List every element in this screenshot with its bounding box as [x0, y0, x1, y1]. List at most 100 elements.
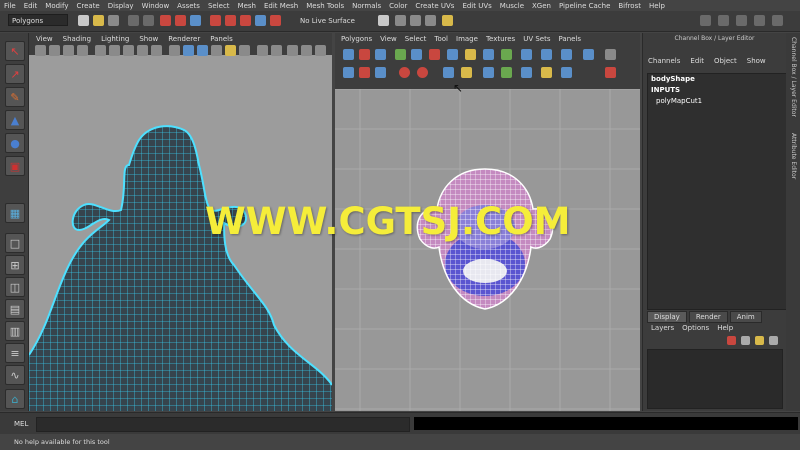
uv-pin-icon[interactable] — [399, 67, 410, 78]
menu-normals[interactable]: Normals — [348, 2, 385, 10]
uv-grid-icon[interactable] — [375, 49, 386, 60]
menu-help[interactable]: Help — [645, 2, 669, 10]
menu-bifrost[interactable]: Bifrost — [614, 2, 645, 10]
select-object-icon[interactable] — [175, 15, 186, 26]
uv-menu-image[interactable]: Image — [452, 35, 482, 43]
select-tool-icon[interactable]: ↖ — [5, 41, 25, 61]
move-layer-up-icon[interactable] — [755, 336, 764, 345]
uv-layout-tool-icon[interactable] — [447, 49, 458, 60]
select-component-icon[interactable] — [190, 15, 201, 26]
menu-file[interactable]: File — [0, 2, 20, 10]
layer-menu-help[interactable]: Help — [713, 324, 737, 332]
tab-display[interactable]: Display — [647, 311, 687, 323]
menu-create[interactable]: Create — [72, 2, 103, 10]
viewport-menu-shading[interactable]: Shading — [58, 35, 96, 43]
select-hierarchy-icon[interactable] — [160, 15, 171, 26]
scale-tool-icon[interactable]: ▣ — [5, 156, 25, 176]
menu-edit-mesh[interactable]: Edit Mesh — [260, 2, 302, 10]
uv-grid-canvas[interactable] — [335, 89, 640, 411]
layer-menu-options[interactable]: Options — [678, 324, 713, 332]
uv-menu-panels[interactable]: Panels — [555, 35, 586, 43]
mode-selector[interactable]: Polygons — [8, 14, 68, 26]
uv-menu-polygons[interactable]: Polygons — [337, 35, 376, 43]
uv-align-icon[interactable] — [483, 49, 494, 60]
live-surface-label[interactable]: No Live Surface — [300, 17, 355, 25]
menu-window[interactable]: Window — [138, 2, 174, 10]
viewport-menu-lighting[interactable]: Lighting — [96, 35, 134, 43]
menu-mesh-tools[interactable]: Mesh Tools — [302, 2, 348, 10]
cb-menu-show[interactable]: Show — [742, 57, 771, 69]
input-node-label[interactable]: polyMapCut1 — [648, 96, 786, 107]
uv-menu-textures[interactable]: Textures — [482, 35, 519, 43]
uv-select-shell-icon[interactable] — [501, 67, 512, 78]
uv-pattern-icon[interactable] — [605, 49, 616, 60]
move-layer-down-icon[interactable] — [769, 336, 778, 345]
new-layer-icon[interactable] — [727, 336, 736, 345]
undo-icon[interactable] — [128, 15, 139, 26]
magnet-icon[interactable] — [270, 15, 281, 26]
render-settings-icon[interactable] — [425, 15, 436, 26]
side-tab-channel-box[interactable]: Channel Box / Layer Editor — [790, 37, 797, 117]
shape-node-label[interactable]: bodyShape — [648, 74, 786, 85]
render-frame-icon[interactable] — [395, 15, 406, 26]
uv-menu-uv-sets[interactable]: UV Sets — [519, 35, 554, 43]
menu-select[interactable]: Select — [204, 2, 234, 10]
uv-sew-icon[interactable] — [411, 49, 422, 60]
last-tool-icon[interactable]: ▦ — [5, 203, 25, 223]
uv-isolate-icon[interactable] — [443, 67, 454, 78]
uv-checker-icon[interactable] — [561, 49, 572, 60]
uv-menu-view[interactable]: View — [376, 35, 401, 43]
uv-dim-image-icon[interactable] — [541, 67, 552, 78]
snap-point-icon[interactable] — [240, 15, 251, 26]
menu-xgen[interactable]: XGen — [528, 2, 555, 10]
viewport-menu-panels[interactable]: Panels — [205, 35, 238, 43]
uv-filter-icon[interactable] — [561, 67, 572, 78]
cb-menu-channels[interactable]: Channels — [643, 57, 685, 69]
new-layer-selected-icon[interactable] — [741, 336, 750, 345]
open-folder-icon[interactable] — [93, 15, 104, 26]
save-icon[interactable] — [108, 15, 119, 26]
menu-edit-uvs[interactable]: Edit UVs — [458, 2, 495, 10]
uv-layout-icon[interactable]: ⌂ — [5, 389, 25, 409]
persp-outliner-icon[interactable]: ▥ — [5, 321, 25, 341]
uv-snap-icon[interactable] — [501, 49, 512, 60]
uv-menu-tool[interactable]: Tool — [430, 35, 452, 43]
lasso-tool-icon[interactable]: ↗ — [5, 64, 25, 84]
snap-grid-icon[interactable] — [210, 15, 221, 26]
menu-pipeline-cache[interactable]: Pipeline Cache — [555, 2, 614, 10]
move-tool-icon[interactable]: ▲ — [5, 110, 25, 130]
menu-edit[interactable]: Edit — [20, 2, 42, 10]
hypershade-icon[interactable] — [442, 15, 453, 26]
uv-relax-icon[interactable] — [359, 67, 370, 78]
uv-optimize-icon[interactable] — [375, 67, 386, 78]
layer-list[interactable] — [647, 349, 783, 409]
persp-graph-icon[interactable]: ▤ — [5, 299, 25, 319]
uv-shell-icon[interactable] — [483, 67, 494, 78]
menu-create-uvs[interactable]: Create UVs — [411, 2, 458, 10]
tool-settings-icon[interactable] — [736, 15, 747, 26]
menu-modify[interactable]: Modify — [41, 2, 72, 10]
uv-straighten-icon[interactable] — [465, 49, 476, 60]
uv-stack-icon[interactable] — [541, 49, 552, 60]
uv-cut-icon[interactable] — [395, 49, 406, 60]
uv-shaded-icon[interactable] — [583, 49, 594, 60]
attribute-editor-icon[interactable] — [718, 15, 729, 26]
viewport-menu-renderer[interactable]: Renderer — [163, 35, 205, 43]
viewport-menu-view[interactable]: View — [31, 35, 58, 43]
ipr-render-icon[interactable] — [410, 15, 421, 26]
uv-menu-select[interactable]: Select — [401, 35, 431, 43]
menu-color[interactable]: Color — [385, 2, 411, 10]
uv-image-icon[interactable] — [521, 67, 532, 78]
uv-move-sew-icon[interactable] — [429, 49, 440, 60]
menu-display[interactable]: Display — [104, 2, 138, 10]
menu-assets[interactable]: Assets — [173, 2, 204, 10]
outliner-icon[interactable]: ≡ — [5, 343, 25, 363]
side-tab-attribute-editor[interactable]: Attribute Editor — [790, 133, 797, 179]
snap-curve-icon[interactable] — [225, 15, 236, 26]
viewport-menu-show[interactable]: Show — [134, 35, 163, 43]
uv-borders-icon[interactable] — [461, 67, 472, 78]
layout-icon[interactable] — [772, 15, 783, 26]
snap-view-icon[interactable] — [255, 15, 266, 26]
menu-muscle[interactable]: Muscle — [496, 2, 528, 10]
menu-mesh[interactable]: Mesh — [234, 2, 260, 10]
